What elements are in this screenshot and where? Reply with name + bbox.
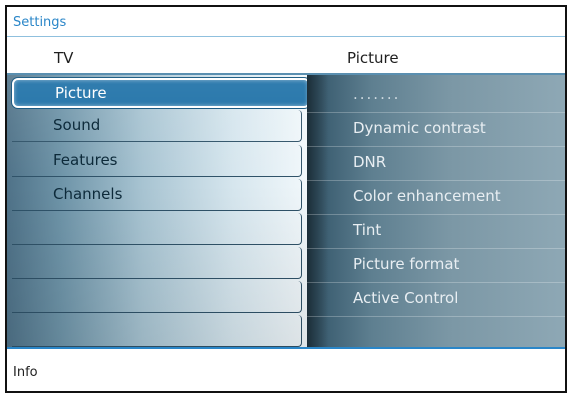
submenu-item-label: Picture format [353, 255, 460, 273]
main-menu-panel: Picture Sound Features Channels [7, 75, 309, 347]
menu-item-features[interactable]: Features [12, 145, 302, 177]
menu-item-label: Features [53, 151, 118, 169]
right-column-title: Picture [347, 49, 399, 67]
submenu-item-label: Active Control [353, 289, 459, 307]
submenu-item-dnr[interactable]: DNR [307, 146, 565, 181]
submenu-panel: ....... Dynamic contrast DNR Color enhan… [307, 75, 565, 347]
menu-item-empty [12, 315, 302, 347]
submenu-item-label: Color enhancement [353, 187, 501, 205]
info-label: Info [13, 365, 38, 380]
submenu-item-picture-format[interactable]: Picture format [307, 248, 565, 283]
menu-item-empty [12, 247, 302, 279]
menu-item-empty [12, 213, 302, 245]
submenu-item-label: Dynamic contrast [353, 119, 486, 137]
menu-item-sound[interactable]: Sound [12, 110, 302, 142]
menu-item-picture[interactable]: Picture [12, 78, 309, 108]
submenu-item-dynamic-contrast[interactable]: Dynamic contrast [307, 112, 565, 147]
submenu-item-color-enhancement[interactable]: Color enhancement [307, 180, 565, 215]
submenu-item-tint[interactable]: Tint [307, 214, 565, 249]
footer-divider [7, 347, 565, 349]
submenu-item-active-control[interactable]: Active Control [307, 282, 565, 317]
submenu-item-empty [307, 316, 565, 347]
menu-title: Settings [13, 15, 67, 30]
left-column-title: TV [54, 49, 74, 67]
submenu-item-label: DNR [353, 153, 387, 171]
menu-item-label: Picture [55, 84, 107, 102]
menu-item-label: Sound [53, 116, 101, 134]
menu-item-label: Channels [53, 185, 123, 203]
submenu-item-label: ....... [353, 85, 401, 103]
menu-item-channels[interactable]: Channels [12, 179, 302, 211]
title-divider [7, 36, 565, 37]
submenu-item-dots[interactable]: ....... [307, 78, 565, 113]
menu-item-empty [12, 281, 302, 313]
settings-menu-window: Settings TV Picture Picture Sound Featur… [5, 5, 567, 393]
submenu-item-label: Tint [353, 221, 382, 239]
